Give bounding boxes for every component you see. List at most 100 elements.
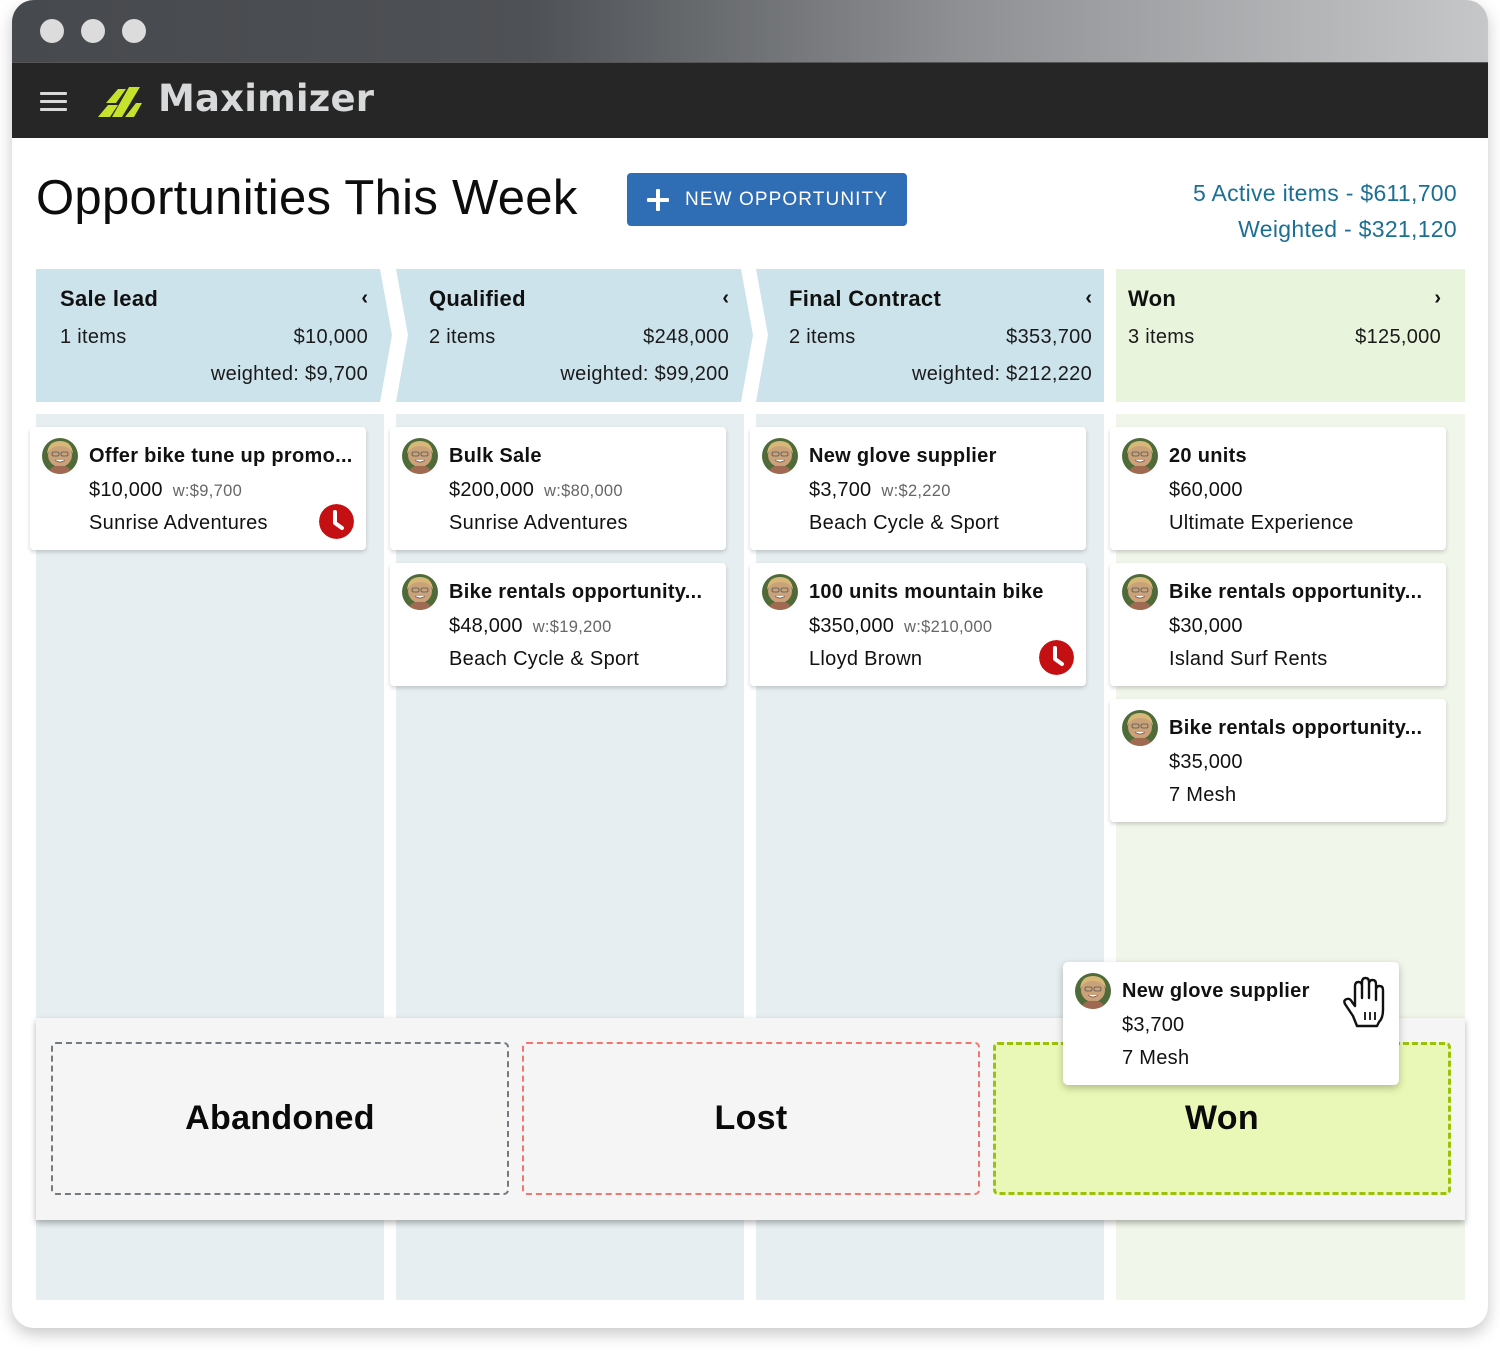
opportunity-card[interactable]: Bike rentals opportunity... $48,000 w:$19,… [390, 563, 726, 686]
card-amount: $30,000 [1169, 615, 1243, 637]
card-amount-row: $10,000 w:$9,700 [89, 479, 242, 502]
window-close-button[interactable] [40, 19, 64, 43]
owner-avatar [1122, 574, 1158, 610]
stage-weighted: weighted: $9,700 [210, 363, 368, 385]
stage-name: Won [1128, 286, 1177, 311]
card-amount-row: $35,000 [1169, 751, 1243, 774]
stage-header-sale-lead: Sale lead ‹ 1 items $10,000 weighted: $9… [36, 269, 380, 402]
stage-weighted: weighted: $212,220 [912, 363, 1092, 385]
card-weighted-amount: w:$2,220 [881, 482, 951, 500]
card-title: Bulk Sale [449, 445, 542, 467]
owner-avatar [402, 574, 438, 610]
card-company: 7 Mesh [1169, 784, 1237, 806]
stage-total: $353,700 [1006, 326, 1092, 348]
card-weighted-amount: w:$80,000 [544, 482, 623, 500]
dragging-opportunity-card[interactable]: New glove supplier $3,700 7 Mesh [1063, 962, 1399, 1085]
card-title: Offer bike tune up promo... [89, 445, 353, 467]
card-title: Bike rentals opportunity... [1169, 717, 1423, 739]
card-amount-row: $3,700 w:$2,220 [809, 479, 951, 502]
owner-avatar [402, 438, 438, 474]
card-company: Ultimate Experience [1169, 512, 1354, 534]
owner-avatar [1075, 973, 1111, 1009]
card-company: Sunrise Adventures [449, 512, 628, 534]
stage-weighted: weighted: $99,200 [560, 363, 729, 385]
card-amount: $200,000 [449, 479, 535, 501]
stage-header-final-contract: Final Contract ‹ 2 items $353,700 weight… [765, 269, 1104, 402]
card-title: 20 units [1169, 445, 1247, 467]
brand-name[interactable]: Maximizer [158, 77, 374, 120]
opportunity-card[interactable]: Bike rentals opportunity... $30,000 Island… [1110, 563, 1446, 686]
stage-name: Qualified [429, 286, 526, 311]
drop-zone-label: Abandoned [185, 1099, 375, 1137]
card-weighted-amount: w:$210,000 [904, 618, 993, 636]
card-title: Bike rentals opportunity... [1169, 581, 1423, 603]
weighted-summary: Weighted - $321,120 [1238, 216, 1457, 242]
collapse-chevron-icon[interactable]: ‹ [1085, 287, 1092, 310]
owner-avatar [762, 438, 798, 474]
expand-chevron-icon[interactable]: › [1434, 287, 1441, 310]
owner-avatar [1122, 438, 1158, 474]
drop-zone-abandoned[interactable]: Abandoned [51, 1042, 509, 1195]
window-titlebar [12, 0, 1488, 62]
opportunity-card[interactable]: 100 units mountain bike $350,000 w:$210,00… [750, 563, 1086, 686]
collapse-chevron-icon[interactable]: ‹ [361, 287, 368, 310]
stage-item-count: 1 items [60, 326, 127, 348]
opportunity-card[interactable]: 20 units $60,000 Ultimate Experience [1110, 427, 1446, 550]
new-opportunity-button[interactable]: NEW OPPORTUNITY [627, 173, 907, 226]
opportunity-card[interactable]: New glove supplier $3,700 w:$2,220 Beach Cy… [750, 427, 1086, 550]
card-amount: $3,700 [809, 479, 872, 501]
stage-total: $10,000 [293, 326, 368, 348]
grab-hand-cursor-icon [1343, 976, 1385, 1028]
maximizer-logo-icon [98, 87, 142, 117]
overdue-clock-icon[interactable] [319, 504, 354, 539]
card-amount: $48,000 [449, 615, 523, 637]
card-title: Bike rentals opportunity... [449, 581, 703, 603]
owner-avatar [42, 438, 78, 474]
drop-zone-label: Won [1185, 1099, 1259, 1137]
card-company: Lloyd Brown [809, 648, 923, 670]
stage-name: Sale lead [60, 286, 159, 311]
page-title: Opportunities This Week [36, 171, 578, 225]
stage-name: Final Contract [789, 286, 942, 311]
opportunity-card[interactable]: Bulk Sale $200,000 w:$80,000 Sunrise Advent… [390, 427, 726, 550]
stage-item-count: 3 items [1128, 326, 1195, 348]
pipeline-summary: 5 Active items - $611,700 Weighted - $32… [1193, 175, 1457, 247]
card-title: 100 units mountain bike [809, 581, 1044, 603]
card-company: Sunrise Adventures [89, 512, 268, 534]
stage-item-count: 2 items [789, 326, 856, 348]
plus-icon [647, 188, 669, 211]
window-minimize-button[interactable] [81, 19, 105, 43]
drop-zone-label: Lost [714, 1099, 788, 1137]
owner-avatar [762, 574, 798, 610]
new-opportunity-label: NEW OPPORTUNITY [685, 188, 888, 210]
overdue-clock-icon[interactable] [1039, 640, 1074, 675]
card-company: Beach Cycle & Sport [449, 648, 640, 670]
stage-header-won: Won › 3 items $125,000 [1104, 269, 1453, 402]
collapse-chevron-icon[interactable]: ‹ [722, 287, 729, 310]
card-company: 7 Mesh [1122, 1047, 1190, 1069]
card-amount: $35,000 [1169, 751, 1243, 773]
card-weighted-amount: w:$19,200 [532, 618, 612, 636]
owner-avatar [1122, 710, 1158, 746]
hamburger-menu-icon[interactable] [40, 92, 67, 112]
active-items-summary: 5 Active items - $611,700 [1192, 180, 1457, 206]
opportunity-card[interactable]: Bike rentals opportunity... $35,000 7 Mesh [1110, 699, 1446, 822]
card-amount: $60,000 [1169, 479, 1243, 501]
opportunity-card[interactable]: Offer bike tune up promo... $10,000 w:$9,7… [30, 427, 366, 550]
stage-total: $125,000 [1355, 326, 1441, 348]
window-maximize-button[interactable] [122, 19, 146, 43]
card-amount: $350,000 [809, 615, 895, 637]
browser-window: Maximizer Opportunities This Week NEW OP… [12, 0, 1488, 1328]
card-amount-row: $30,000 [1169, 615, 1243, 638]
drop-zone-lost[interactable]: Lost [522, 1042, 980, 1195]
stage-total: $248,000 [643, 326, 729, 348]
card-amount-row: $48,000 w:$19,200 [449, 615, 612, 638]
app-bar: Maximizer [12, 62, 1488, 138]
card-company: Island Surf Rents [1169, 648, 1328, 670]
stage-header-qualified: Qualified ‹ 2 items $248,000 weighted: $… [405, 269, 741, 402]
card-amount-row: $60,000 [1169, 479, 1243, 502]
stage-item-count: 2 items [429, 326, 496, 348]
card-company: Beach Cycle & Sport [809, 512, 1000, 534]
card-title: New glove supplier [809, 445, 997, 467]
card-amount: $10,000 [89, 479, 163, 501]
